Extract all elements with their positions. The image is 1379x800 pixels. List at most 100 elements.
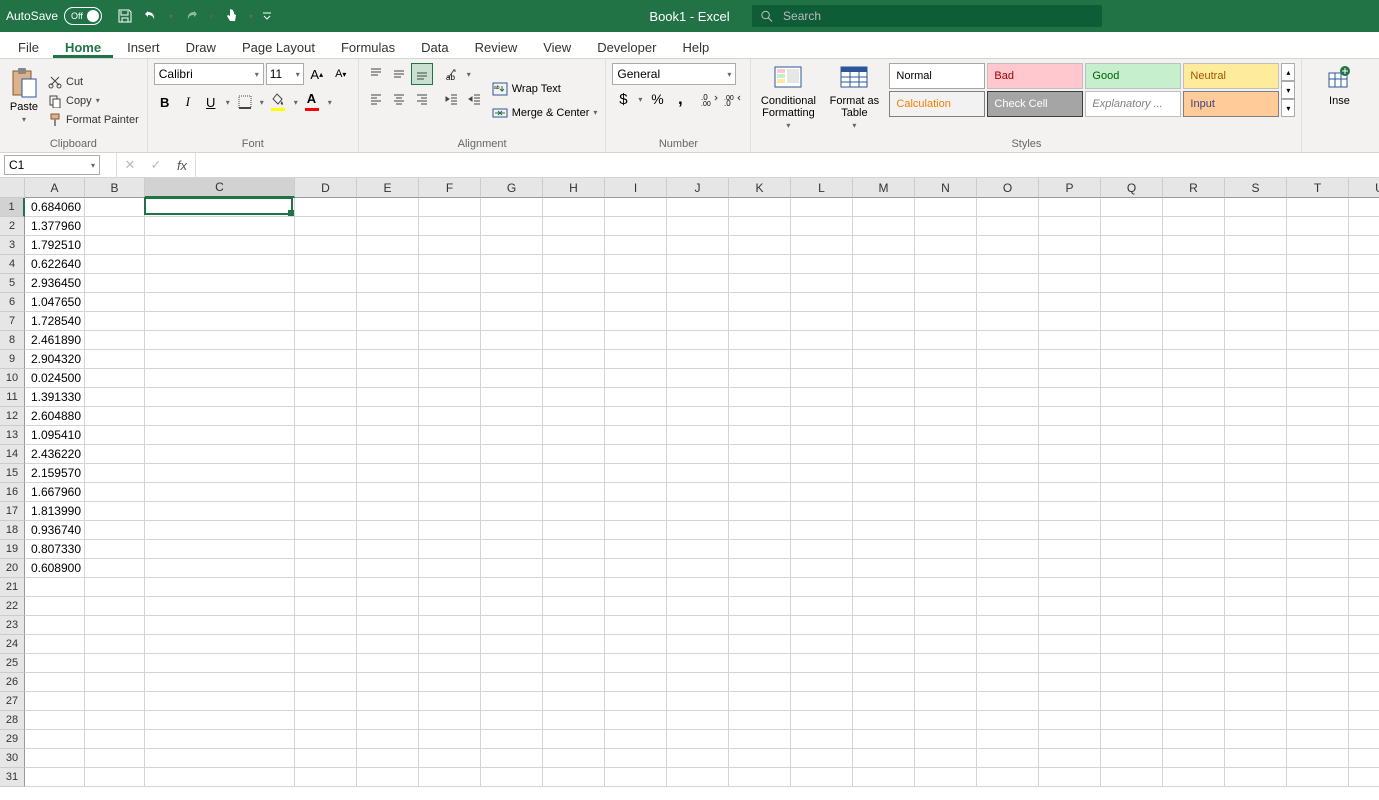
- bold-button[interactable]: B: [154, 91, 176, 113]
- decrease-font-icon[interactable]: A▾: [330, 63, 352, 85]
- cell-T14[interactable]: [1287, 445, 1349, 464]
- cell-N3[interactable]: [915, 236, 977, 255]
- cell-J11[interactable]: [667, 388, 729, 407]
- tab-developer[interactable]: Developer: [585, 36, 668, 58]
- cell-E21[interactable]: [357, 578, 419, 597]
- row-header-22[interactable]: 22: [0, 597, 25, 616]
- cell-C4[interactable]: [145, 255, 295, 274]
- cell-C10[interactable]: [145, 369, 295, 388]
- cell-M29[interactable]: [853, 730, 915, 749]
- cell-F29[interactable]: [419, 730, 481, 749]
- cell-G24[interactable]: [481, 635, 543, 654]
- style-neutral[interactable]: Neutral: [1183, 63, 1279, 89]
- cell-B4[interactable]: [85, 255, 145, 274]
- cell-P29[interactable]: [1039, 730, 1101, 749]
- cell-N25[interactable]: [915, 654, 977, 673]
- row-header-9[interactable]: 9: [0, 350, 25, 369]
- cell-T11[interactable]: [1287, 388, 1349, 407]
- cell-A16[interactable]: 1.667960: [25, 483, 85, 502]
- cell-R16[interactable]: [1163, 483, 1225, 502]
- orientation-button[interactable]: ab: [441, 63, 463, 85]
- cell-L29[interactable]: [791, 730, 853, 749]
- cell-L24[interactable]: [791, 635, 853, 654]
- cell-L14[interactable]: [791, 445, 853, 464]
- cell-I1[interactable]: [605, 198, 667, 217]
- cell-F4[interactable]: [419, 255, 481, 274]
- cell-O31[interactable]: [977, 768, 1039, 787]
- cell-K27[interactable]: [729, 692, 791, 711]
- cell-Q22[interactable]: [1101, 597, 1163, 616]
- cell-R6[interactable]: [1163, 293, 1225, 312]
- cell-T18[interactable]: [1287, 521, 1349, 540]
- number-format-selector[interactable]: General▾: [612, 63, 736, 85]
- cell-I31[interactable]: [605, 768, 667, 787]
- cell-O9[interactable]: [977, 350, 1039, 369]
- cell-Q28[interactable]: [1101, 711, 1163, 730]
- cell-U22[interactable]: [1349, 597, 1379, 616]
- cell-U15[interactable]: [1349, 464, 1379, 483]
- cell-N12[interactable]: [915, 407, 977, 426]
- col-header-N[interactable]: N: [915, 178, 977, 198]
- cell-M31[interactable]: [853, 768, 915, 787]
- cell-S22[interactable]: [1225, 597, 1287, 616]
- cell-P26[interactable]: [1039, 673, 1101, 692]
- cell-E14[interactable]: [357, 445, 419, 464]
- cell-U2[interactable]: [1349, 217, 1379, 236]
- cell-O28[interactable]: [977, 711, 1039, 730]
- cell-N6[interactable]: [915, 293, 977, 312]
- col-header-F[interactable]: F: [419, 178, 481, 198]
- cell-K22[interactable]: [729, 597, 791, 616]
- cell-Q21[interactable]: [1101, 578, 1163, 597]
- cell-P16[interactable]: [1039, 483, 1101, 502]
- cell-S14[interactable]: [1225, 445, 1287, 464]
- cell-N23[interactable]: [915, 616, 977, 635]
- cell-I26[interactable]: [605, 673, 667, 692]
- cell-M20[interactable]: [853, 559, 915, 578]
- autosave-control[interactable]: AutoSave Off: [6, 7, 102, 25]
- cell-F14[interactable]: [419, 445, 481, 464]
- cell-S8[interactable]: [1225, 331, 1287, 350]
- cell-J9[interactable]: [667, 350, 729, 369]
- cell-T5[interactable]: [1287, 274, 1349, 293]
- cell-L10[interactable]: [791, 369, 853, 388]
- cell-J3[interactable]: [667, 236, 729, 255]
- cell-T26[interactable]: [1287, 673, 1349, 692]
- cell-B13[interactable]: [85, 426, 145, 445]
- cell-M2[interactable]: [853, 217, 915, 236]
- cell-S20[interactable]: [1225, 559, 1287, 578]
- cell-S16[interactable]: [1225, 483, 1287, 502]
- cell-N24[interactable]: [915, 635, 977, 654]
- cell-L6[interactable]: [791, 293, 853, 312]
- cell-N7[interactable]: [915, 312, 977, 331]
- cell-A12[interactable]: 2.604880: [25, 407, 85, 426]
- col-header-A[interactable]: A: [25, 178, 85, 198]
- cell-J29[interactable]: [667, 730, 729, 749]
- cell-C8[interactable]: [145, 331, 295, 350]
- cell-J5[interactable]: [667, 274, 729, 293]
- cell-E29[interactable]: [357, 730, 419, 749]
- cell-E9[interactable]: [357, 350, 419, 369]
- style-check-cell[interactable]: Check Cell: [987, 91, 1083, 117]
- cell-R1[interactable]: [1163, 198, 1225, 217]
- cell-S21[interactable]: [1225, 578, 1287, 597]
- underline-dropdown[interactable]: ▾: [223, 91, 233, 113]
- row-header-20[interactable]: 20: [0, 559, 25, 578]
- cell-B5[interactable]: [85, 274, 145, 293]
- cell-H10[interactable]: [543, 369, 605, 388]
- cell-K15[interactable]: [729, 464, 791, 483]
- col-header-P[interactable]: P: [1039, 178, 1101, 198]
- cell-C19[interactable]: [145, 540, 295, 559]
- cell-U27[interactable]: [1349, 692, 1379, 711]
- cell-I22[interactable]: [605, 597, 667, 616]
- search-input[interactable]: [783, 9, 1094, 23]
- cell-K18[interactable]: [729, 521, 791, 540]
- cell-N14[interactable]: [915, 445, 977, 464]
- cell-J31[interactable]: [667, 768, 729, 787]
- cell-S18[interactable]: [1225, 521, 1287, 540]
- cell-P6[interactable]: [1039, 293, 1101, 312]
- cell-Q27[interactable]: [1101, 692, 1163, 711]
- cell-Q9[interactable]: [1101, 350, 1163, 369]
- cell-O13[interactable]: [977, 426, 1039, 445]
- cell-N11[interactable]: [915, 388, 977, 407]
- cell-J19[interactable]: [667, 540, 729, 559]
